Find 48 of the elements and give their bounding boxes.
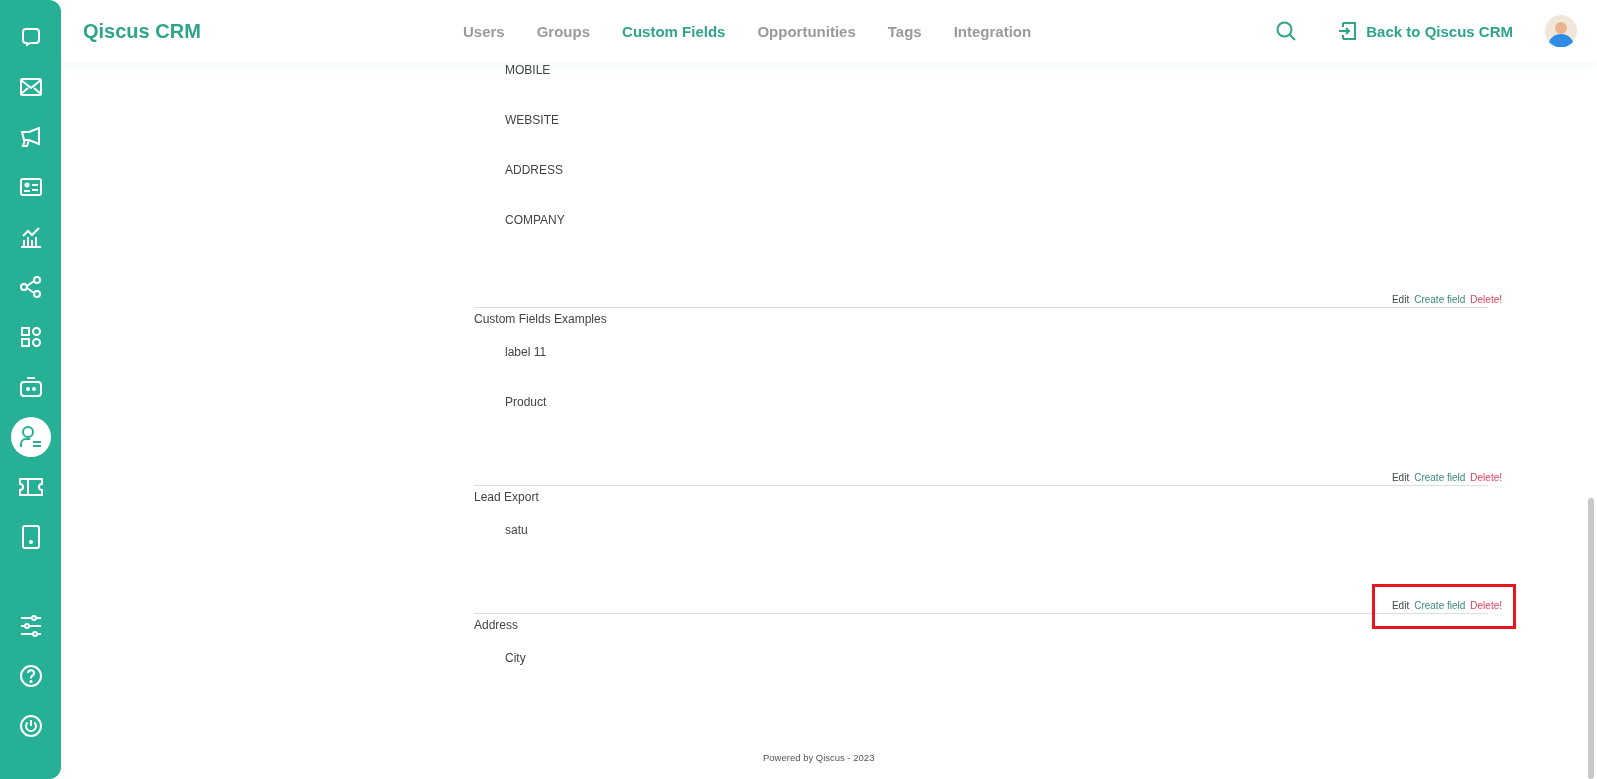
field-label: City [505, 650, 527, 667]
apps-grid-icon [20, 327, 41, 347]
avatar-icon[interactable] [1545, 15, 1577, 47]
nav-tab[interactable]: Groups [536, 22, 591, 40]
nav-tab[interactable]: Tags [887, 22, 922, 40]
nav-tab[interactable]: Integration [953, 22, 1032, 40]
robot-icon [19, 377, 42, 397]
megaphone-icon [19, 127, 42, 147]
nav-tab[interactable]: Custom Fields [622, 22, 726, 40]
contact-card-icon [19, 178, 42, 196]
delete-link[interactable]: Delete! [1470, 600, 1502, 611]
sliders-icon [19, 615, 42, 637]
field-label: COMPANY [505, 212, 566, 229]
create-field-link[interactable]: Create field [1414, 294, 1466, 305]
create-field-link[interactable]: Create field [1414, 472, 1466, 483]
chat-bubble-icon [20, 27, 41, 47]
edit-link[interactable]: Edit [1391, 294, 1410, 305]
field-label: label 11 [505, 344, 548, 361]
sidebar-item[interactable] [10, 417, 51, 457]
search-icon[interactable] [1276, 21, 1297, 41]
field-label: satu [505, 522, 529, 539]
group-title: Address [474, 617, 520, 632]
scroll-thumb[interactable] [1588, 498, 1594, 779]
power-icon [19, 715, 42, 737]
nav-tab[interactable]: Users [463, 22, 505, 40]
delete-link[interactable]: Delete! [1470, 294, 1502, 305]
bar-chart-icon [19, 226, 42, 248]
share-icon [19, 276, 42, 298]
back-link[interactable]: Back to Qiscus CRM [1338, 22, 1513, 40]
tablet-icon [21, 525, 40, 549]
help-icon [19, 665, 42, 687]
edit-link[interactable]: Edit [1391, 600, 1410, 611]
group-title: Custom Fields Examples [474, 311, 608, 326]
field-label: ADDRESS [505, 162, 564, 179]
create-field-link[interactable]: Create field [1414, 600, 1466, 611]
footer-text: Powered by Qiscus - 2023 [763, 752, 875, 763]
agent-icon [18, 425, 43, 449]
delete-link[interactable]: Delete! [1470, 472, 1502, 483]
brand-title: Qiscus CRM [83, 19, 202, 43]
nav-tab[interactable]: Opportunities [757, 22, 856, 40]
ticket-icon [18, 478, 43, 496]
field-label: Product [505, 394, 548, 411]
field-label: MOBILE [505, 62, 552, 79]
edit-link[interactable]: Edit [1391, 472, 1410, 483]
mail-icon [19, 78, 42, 96]
field-label: WEBSITE [505, 112, 560, 129]
exit-arrow-icon [1338, 22, 1357, 40]
group-title: Lead Export [474, 489, 540, 504]
